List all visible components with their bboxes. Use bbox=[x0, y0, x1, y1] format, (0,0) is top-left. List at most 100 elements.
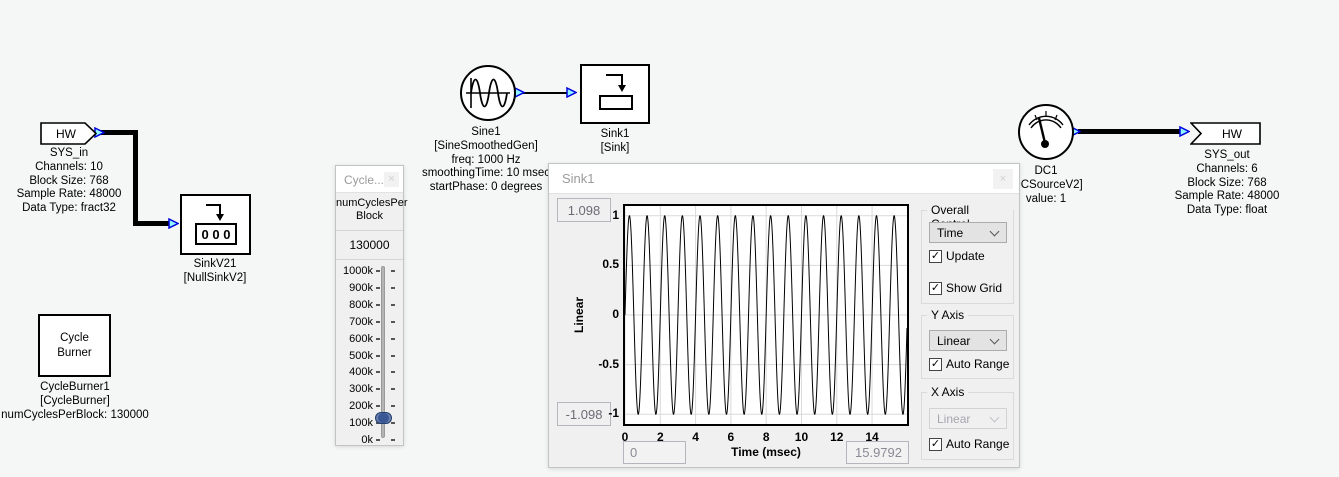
sysout-prop: Data Type: float bbox=[1142, 204, 1312, 218]
sine1-prop: smoothingTime: 10 msec bbox=[401, 167, 571, 181]
diagram-canvas: HW SYS_in Channels: 10 Block Size: 768 S… bbox=[0, 0, 1339, 477]
y-tick-label: 0.5 bbox=[585, 257, 619, 271]
slider-tick-row: 300k bbox=[336, 383, 403, 395]
sink-window-close-icon[interactable]: × bbox=[993, 169, 1013, 189]
block-label-sink1: Sink1 [Sink] bbox=[530, 128, 700, 156]
slider-tick-row: 500k bbox=[336, 350, 403, 362]
x-tick-label: 8 bbox=[754, 430, 778, 444]
y-tick-label: -0.5 bbox=[585, 357, 619, 371]
slider-tick-row: 800k bbox=[336, 299, 403, 311]
cycleburner-type: [CycleBurner] bbox=[0, 395, 160, 409]
update-checkbox[interactable]: ✓ Update bbox=[929, 249, 985, 263]
y-tick-label: -1 bbox=[585, 406, 619, 420]
slider-tick-label: 600k bbox=[336, 333, 373, 345]
sink1-plot-window: Sink1 × 1.098 -1.098 10.50-0.5-1 Linear … bbox=[548, 163, 1020, 468]
slider-tick-row: 700k bbox=[336, 316, 403, 328]
slider-tick-row: 900k bbox=[336, 282, 403, 294]
slider-tick-mark bbox=[376, 304, 380, 306]
y-auto-range-checkbox[interactable]: ✓ Auto Range bbox=[929, 357, 1009, 371]
slider-tick-label: 300k bbox=[336, 383, 373, 395]
checkbox-check-icon: ✓ bbox=[929, 358, 942, 371]
sinkv21-digits: 0 0 0 bbox=[202, 227, 231, 242]
sysout-prop: Sample Rate: 48000 bbox=[1142, 190, 1312, 204]
slider-tick-row: 400k bbox=[336, 366, 403, 378]
checkbox-check-icon: ✓ bbox=[929, 250, 942, 263]
slider-tick-mark bbox=[391, 287, 395, 289]
sinkv21-type: [NullSinkV2] bbox=[130, 272, 300, 286]
slider-tick-mark bbox=[376, 439, 380, 441]
sine1-prop: startPhase: 0 degrees bbox=[401, 181, 571, 195]
block-sink1[interactable] bbox=[580, 64, 650, 124]
overall-control-value: Time bbox=[937, 226, 963, 240]
waveform-plot[interactable] bbox=[623, 204, 909, 426]
slider-tick-mark bbox=[376, 371, 380, 373]
slider-tick-row: 1000k bbox=[336, 265, 403, 277]
slider-tick-mark bbox=[376, 270, 380, 272]
x-max-input[interactable]: 15.9792 bbox=[846, 441, 909, 464]
wire-dc1-sysout[interactable] bbox=[1078, 129, 1184, 134]
sine-wave-icon bbox=[462, 67, 514, 119]
x-axis-dropdown: Linear bbox=[929, 408, 1007, 429]
sysin-prop: Data Type: fract32 bbox=[0, 202, 154, 216]
slider-tick-mark bbox=[391, 355, 395, 357]
slider-tick-mark bbox=[376, 338, 380, 340]
meter-gauge-icon bbox=[1020, 106, 1072, 158]
update-checkbox-label: Update bbox=[946, 249, 985, 263]
slider-tick-label: 800k bbox=[336, 299, 373, 311]
input-pin-sink1[interactable] bbox=[566, 87, 577, 98]
cycleburner-face-line2: Burner bbox=[57, 346, 92, 361]
slider-tick-label: 0k bbox=[336, 434, 373, 446]
y-axis-caption: Y Axis bbox=[927, 308, 968, 322]
block-sinkv21[interactable]: 0 0 0 bbox=[180, 194, 251, 255]
block-hw-out[interactable]: HW bbox=[1190, 122, 1261, 145]
slider-tick-label: 400k bbox=[336, 366, 373, 378]
wire-sysin-sinkv21-seg3[interactable] bbox=[133, 221, 169, 226]
block-sine1[interactable] bbox=[460, 65, 516, 121]
sysin-prop: Block Size: 768 bbox=[0, 175, 154, 189]
y-axis-label: Linear bbox=[572, 297, 586, 333]
cycleburner-name: CycleBurner1 bbox=[0, 381, 160, 395]
x-tick-label: 4 bbox=[684, 430, 708, 444]
slider-tick-mark bbox=[391, 304, 395, 306]
sysin-prop: Sample Rate: 48000 bbox=[0, 188, 154, 202]
chevron-down-icon bbox=[990, 226, 1000, 236]
show-grid-checkbox-label: Show Grid bbox=[946, 281, 1002, 295]
slider-tick-label: 500k bbox=[336, 350, 373, 362]
show-grid-checkbox[interactable]: ✓ Show Grid bbox=[929, 281, 1002, 295]
y-axis-ticks: 10.50-0.5-1 bbox=[585, 204, 619, 426]
slider-value-readout[interactable]: 130000 bbox=[336, 231, 403, 260]
y-axis-dropdown[interactable]: Linear bbox=[929, 330, 1007, 351]
waveform-svg bbox=[625, 206, 907, 424]
slider-param-line1: numCyclesPer bbox=[336, 197, 403, 210]
sysout-prop: Channels: 6 bbox=[1142, 163, 1312, 177]
slider-thumb[interactable] bbox=[375, 412, 392, 424]
slider-window-titlebar[interactable]: Cycle... × bbox=[336, 166, 403, 193]
cycleburner-face-line1: Cycle bbox=[60, 331, 89, 346]
slider-tick-mark bbox=[391, 338, 395, 340]
sinkv21-name: SinkV21 bbox=[130, 258, 300, 272]
slider-tick-mark bbox=[391, 405, 395, 407]
slider-tick-mark bbox=[391, 371, 395, 373]
input-pin-sysout[interactable] bbox=[1179, 126, 1190, 137]
wire-sine1-sink1[interactable] bbox=[522, 92, 570, 94]
sink1-type: [Sink] bbox=[530, 142, 700, 156]
slider-tick-label: 200k bbox=[336, 400, 373, 412]
sink-window-titlebar[interactable]: Sink1 × bbox=[549, 164, 1019, 194]
overall-control-dropdown[interactable]: Time bbox=[929, 222, 1007, 243]
input-pin-sinkv21[interactable] bbox=[168, 218, 179, 229]
block-label-sysin: SYS_in Channels: 10 Block Size: 768 Samp… bbox=[0, 147, 154, 216]
x-auto-range-checkbox[interactable]: ✓ Auto Range bbox=[929, 437, 1009, 451]
chevron-down-icon bbox=[990, 412, 1000, 422]
block-dc1[interactable] bbox=[1018, 104, 1074, 160]
slider-tick-mark bbox=[376, 405, 380, 407]
null-sink-icon: 0 0 0 bbox=[182, 196, 249, 253]
block-cycleburner[interactable]: Cycle Burner bbox=[38, 314, 111, 377]
slider-tick-label: 700k bbox=[336, 316, 373, 328]
slider-area: 1000k900k800k700k600k500k400k300k200k100… bbox=[336, 260, 403, 447]
sink1-name: Sink1 bbox=[530, 128, 700, 142]
block-hw-in[interactable]: HW bbox=[40, 122, 98, 145]
x-axis-label: Time (msec) bbox=[669, 445, 863, 459]
slider-tick-row: 200k bbox=[336, 400, 403, 412]
x-axis-caption: X Axis bbox=[927, 385, 968, 399]
slider-window-close-icon[interactable]: × bbox=[384, 172, 399, 187]
